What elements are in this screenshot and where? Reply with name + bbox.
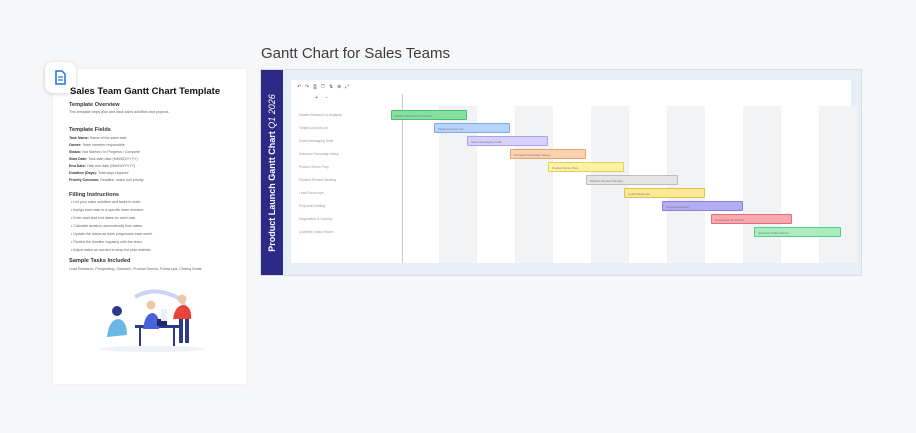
field-value: Task end date (MM/DD/YYYY) — [86, 164, 136, 168]
field-value: Task start date (MM/DD/YYYY) — [88, 157, 138, 161]
expand-icon[interactable]: ⤢ — [345, 84, 349, 90]
task-bar[interactable]: Market Research & Analysis — [391, 110, 467, 120]
field-key: Status: — [69, 150, 83, 154]
task-label[interactable]: Pipeline Review Meeting — [299, 178, 336, 182]
redo-icon[interactable]: ↷ — [305, 84, 309, 90]
task-label[interactable]: Product Demo Prep — [299, 165, 329, 169]
instruction-item: • Assign each task to a specific team me… — [71, 208, 145, 212]
print-icon[interactable]: ⎙ — [313, 84, 317, 90]
field-key: Duration (Days): — [69, 171, 98, 175]
field-value: Name of the sales task — [89, 136, 127, 140]
field-item: Duration (Days): Total days required — [69, 171, 128, 175]
task-bar-label: Market Research & Analysis — [395, 114, 433, 118]
gantt-preview[interactable]: Product Launch Gantt Chart Q1 2026 ↶ ↷ ⎙ ⛉ ⇅… — [260, 69, 862, 276]
task-bar[interactable]: Negotiation & Closing — [711, 214, 792, 224]
gantt-title-quarter: Q1 2026 — [267, 94, 277, 129]
task-label[interactable]: Target Account List — [299, 126, 328, 130]
task-bar[interactable]: Quarterly Sales Report — [754, 227, 841, 237]
task-label[interactable]: Lead Follow-ups — [299, 191, 324, 195]
field-value: Total days required — [97, 171, 129, 175]
field-value: Team member responsible — [82, 143, 125, 147]
link-icon[interactable]: ⊕ — [337, 84, 341, 90]
task-bar[interactable]: Sales Messaging Draft — [467, 136, 548, 146]
doc-title: Sales Team Gantt Chart Template — [70, 86, 221, 97]
task-bar[interactable]: Target Account List — [434, 123, 510, 133]
fields-heading: Template Fields — [69, 127, 111, 133]
field-item: End Date: Task end date (MM/DD/YYYY) — [69, 164, 135, 168]
gantt-title-main: Product Launch Gantt Chart — [267, 131, 277, 252]
instruction-item: • Enter start and end dates for each tas… — [71, 216, 137, 220]
document-icon — [55, 70, 66, 85]
field-key: Priority Columns: — [69, 178, 101, 182]
task-bar[interactable]: Pipeline Review Meeting — [586, 175, 678, 185]
week-stripe — [743, 106, 781, 263]
sample-heading: Sample Tasks Included — [69, 258, 131, 264]
field-item: Priority Columns: Deadline, tasks and pr… — [69, 178, 144, 182]
field-item: Task Name: Name of the sales task — [69, 136, 126, 140]
overview-text: This template helps plan and track sales… — [69, 110, 170, 114]
task-bar-label: Pipeline Review Meeting — [590, 179, 623, 183]
gantt-title: Product Launch Gantt Chart Q1 2026 — [267, 94, 277, 252]
task-label[interactable]: Quarterly Sales Report — [299, 230, 334, 234]
gantt-grid: ↶ ↷ ⎙ ⛉ ⇅ ⊕ ⤢ + − Market Research & Analysis Mark… — [291, 80, 857, 263]
task-label[interactable]: Market Research & Analysis — [299, 113, 341, 117]
task-bar-label: Product Demo Prep — [552, 166, 579, 170]
task-bar-label: Quarterly Sales Report — [758, 231, 789, 235]
task-bar-label: Target Account List — [438, 127, 464, 131]
field-key: Owner: — [69, 143, 83, 147]
task-label[interactable]: Outreach Campaign Setup — [299, 152, 339, 156]
gantt-title-band: Product Launch Gantt Chart Q1 2026 — [261, 70, 283, 275]
instruction-item: • Update the status as work progresses e… — [71, 232, 153, 236]
week-stripe — [515, 106, 553, 263]
instruction-item: • Review the timeline regularly with the… — [71, 240, 143, 244]
team-illustration — [100, 289, 204, 352]
task-bar-label: Negotiation & Closing — [715, 218, 744, 222]
field-item: Owner: Team member responsible — [69, 143, 125, 147]
zoom-in-icon[interactable]: + — [315, 95, 318, 101]
gantt-toolbar: ↶ ↷ ⎙ ⛉ ⇅ ⊕ ⤢ + − — [291, 80, 391, 104]
field-item: Start Date: Task start date (MM/DD/YYYY) — [69, 157, 138, 161]
task-bar-label: Outreach Campaign Setup — [514, 153, 550, 157]
field-item: Status: Not Started / In Progress / Comp… — [69, 150, 140, 154]
field-value: Not Started / In Progress / Complete — [82, 150, 141, 154]
filter-icon[interactable]: ⛉ — [321, 84, 325, 90]
task-label[interactable]: Negotiation & Closing — [299, 217, 332, 221]
task-bar[interactable]: Proposal Drafting — [662, 201, 743, 211]
task-bar[interactable]: Product Demo Prep — [548, 162, 624, 172]
task-bar-label: Lead Follow-ups — [628, 192, 651, 196]
instruction-item: • Adjust dates as needed to keep the pla… — [71, 248, 152, 252]
field-key: End Date: — [69, 164, 87, 168]
task-bar[interactable]: Outreach Campaign Setup — [510, 149, 586, 159]
task-label[interactable]: Sales Messaging Draft — [299, 139, 333, 143]
instruction-item: • Calculate duration automatically from … — [71, 224, 144, 228]
page-title: Gantt Chart for Sales Teams — [261, 45, 450, 62]
overview-heading: Template Overview — [69, 102, 120, 108]
instruction-item: • List your sales activities and tasks i… — [71, 200, 142, 204]
zoom-out-icon[interactable]: − — [325, 95, 328, 101]
task-bar[interactable]: Lead Follow-ups — [624, 188, 705, 198]
sort-icon[interactable]: ⇅ — [329, 84, 333, 90]
sample-text: Lead Research, Prospecting, Outreach, Pr… — [69, 267, 202, 271]
filling-heading: Filling Instructions — [69, 192, 120, 198]
field-key: Start Date: — [69, 157, 89, 161]
task-bar-label: Sales Messaging Draft — [471, 140, 502, 144]
undo-icon[interactable]: ↶ — [297, 84, 301, 90]
task-label[interactable]: Proposal Drafting — [299, 204, 325, 208]
week-stripe — [819, 106, 857, 263]
field-value: Deadline, tasks and priority — [100, 178, 144, 182]
field-key: Task Name: — [69, 136, 90, 140]
task-bar-label: Proposal Drafting — [666, 205, 690, 209]
